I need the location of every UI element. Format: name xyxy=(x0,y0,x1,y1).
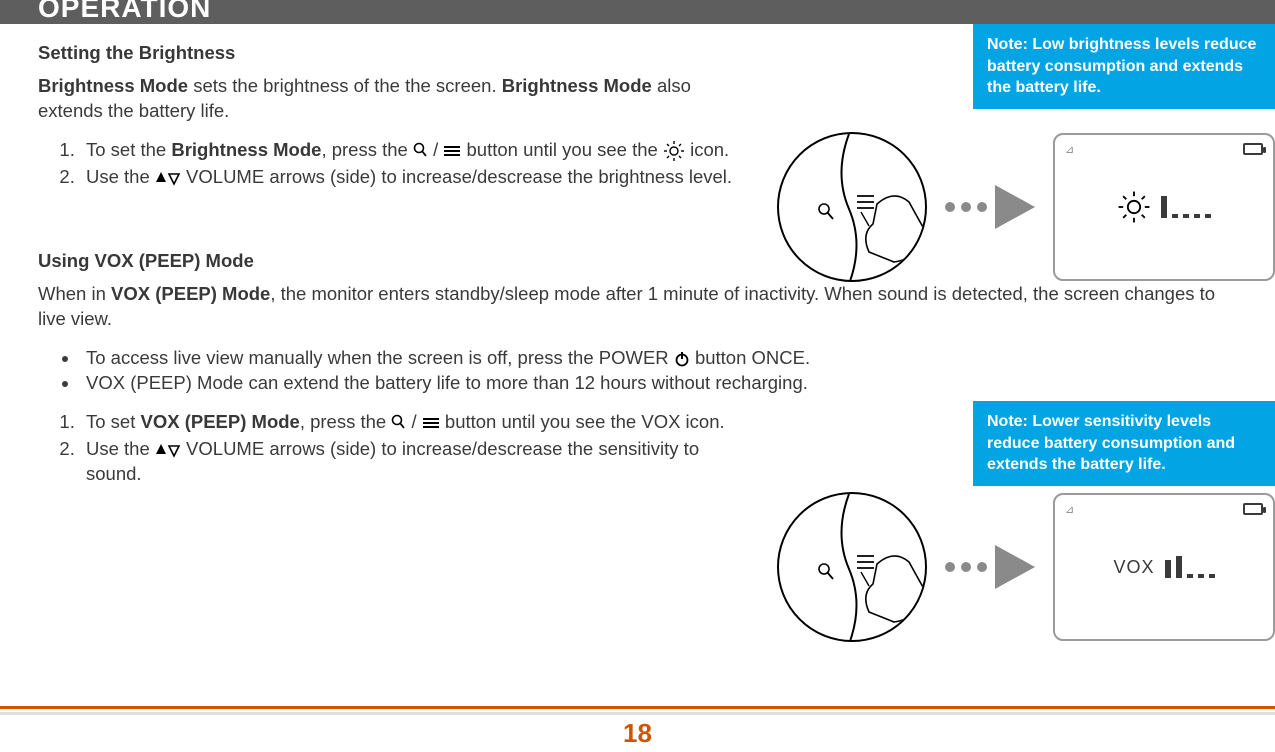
note-sensitivity: Note: Lower sensitivity levels reduce ba… xyxy=(973,401,1275,486)
section-brightness: Setting the Brightness Brightness Mode s… xyxy=(38,42,738,190)
arrow-icon xyxy=(945,185,1035,229)
bar xyxy=(1161,196,1167,218)
list-item: Use the VOLUME arrows (side) to increase… xyxy=(80,165,738,190)
arrow-icon xyxy=(945,545,1035,589)
bar-empty xyxy=(1209,574,1215,578)
illustration-brightness: ⊿ xyxy=(777,132,1275,282)
text: To set the xyxy=(86,139,171,160)
volume-arrows-icon xyxy=(155,170,181,186)
page-number: 18 xyxy=(623,718,652,752)
text: / xyxy=(406,411,421,432)
zoom-menu-button-icon: / xyxy=(413,139,467,160)
vox-text: VOX xyxy=(1113,557,1154,578)
vox-steps: To set VOX (PEEP) Mode, press the / butt… xyxy=(80,410,738,487)
power-icon xyxy=(674,351,690,367)
bar-empty xyxy=(1187,574,1193,578)
text: button until you see the xyxy=(467,139,663,160)
text: , press the xyxy=(300,411,392,432)
page-content: Note: Low brightness levels reduce batte… xyxy=(0,24,1275,487)
screen-brightness-preview: ⊿ xyxy=(1053,133,1275,281)
text: button ONCE. xyxy=(695,347,810,368)
bar-empty xyxy=(1198,574,1204,578)
text: When in xyxy=(38,283,111,304)
text: button until you see the VOX icon. xyxy=(445,411,725,432)
illustration-vox: ⊿ VOX xyxy=(777,492,1275,642)
list-item: To set the Brightness Mode, press the / … xyxy=(80,138,738,163)
text: icon. xyxy=(690,139,729,160)
brightness-intro: Brightness Mode sets the brightness of t… xyxy=(38,74,738,124)
battery-icon xyxy=(1243,143,1263,155)
dot xyxy=(961,202,971,212)
bold-text: Brightness Mode xyxy=(171,139,321,160)
text: sets the brightness of the the screen. xyxy=(188,75,502,96)
bold-text: VOX (PEEP) Mode xyxy=(111,283,270,304)
page-header-title: OPERATION xyxy=(38,0,211,24)
sun-icon xyxy=(663,140,685,162)
text: Use the xyxy=(86,438,155,459)
dot xyxy=(977,562,987,572)
footer-gray-line xyxy=(0,712,1275,715)
arrowhead-icon xyxy=(995,185,1035,229)
text: / xyxy=(428,139,443,160)
bar-empty xyxy=(1172,214,1178,218)
bold-text: Brightness Mode xyxy=(38,75,188,96)
zoom-icon xyxy=(391,414,406,432)
section-title-brightness: Setting the Brightness xyxy=(38,42,738,64)
dot xyxy=(945,202,955,212)
header-bar: OPERATION xyxy=(0,0,1275,24)
sun-icon xyxy=(1117,190,1151,224)
bar xyxy=(1176,556,1182,578)
vox-steps-wrap: To set VOX (PEEP) Mode, press the / butt… xyxy=(38,410,738,487)
bar xyxy=(1165,560,1171,578)
press-drawing xyxy=(779,134,927,282)
signal-icon: ⊿ xyxy=(1065,503,1074,516)
dot xyxy=(977,202,987,212)
page-footer: 18 xyxy=(0,706,1275,752)
dot xyxy=(945,562,955,572)
list-item: VOX (PEEP) Mode can extend the battery l… xyxy=(80,371,960,396)
menu-icon xyxy=(422,417,440,429)
bold-text: VOX (PEEP) Mode xyxy=(141,411,300,432)
press-drawing xyxy=(779,494,927,642)
volume-arrows-icon xyxy=(155,442,181,458)
list-item: Use the VOLUME arrows (side) to increase… xyxy=(80,437,738,487)
dot xyxy=(961,562,971,572)
battery-icon xyxy=(1243,503,1263,515)
text: , press the xyxy=(321,139,413,160)
bar-empty xyxy=(1183,214,1189,218)
list-item: To access live view manually when the sc… xyxy=(80,346,960,371)
list-item: To set VOX (PEEP) Mode, press the / butt… xyxy=(80,410,738,435)
text: VOLUME arrows (side) to increase/descrea… xyxy=(186,166,732,187)
brightness-steps: To set the Brightness Mode, press the / … xyxy=(80,138,738,190)
menu-icon xyxy=(443,145,461,157)
signal-icon: ⊿ xyxy=(1065,143,1074,156)
level-bars xyxy=(1161,196,1211,218)
arrowhead-icon xyxy=(995,545,1035,589)
vox-bullets: To access live view manually when the sc… xyxy=(80,346,960,396)
text: Use the xyxy=(86,166,155,187)
footer-accent-line xyxy=(0,706,1275,709)
text: To access live view manually when the sc… xyxy=(86,347,674,368)
bold-text: Brightness Mode xyxy=(502,75,652,96)
zoom-menu-button-icon: / xyxy=(391,411,445,432)
bar-empty xyxy=(1194,214,1200,218)
level-bars xyxy=(1165,556,1215,578)
bar-empty xyxy=(1205,214,1211,218)
screen-vox-preview: ⊿ VOX xyxy=(1053,493,1275,641)
press-button-illustration xyxy=(777,132,927,282)
zoom-icon xyxy=(413,142,428,160)
text: To set xyxy=(86,411,141,432)
vox-intro: When in VOX (PEEP) Mode, the monitor ent… xyxy=(38,282,1237,332)
note-brightness: Note: Low brightness levels reduce batte… xyxy=(973,24,1275,109)
press-button-illustration xyxy=(777,492,927,642)
